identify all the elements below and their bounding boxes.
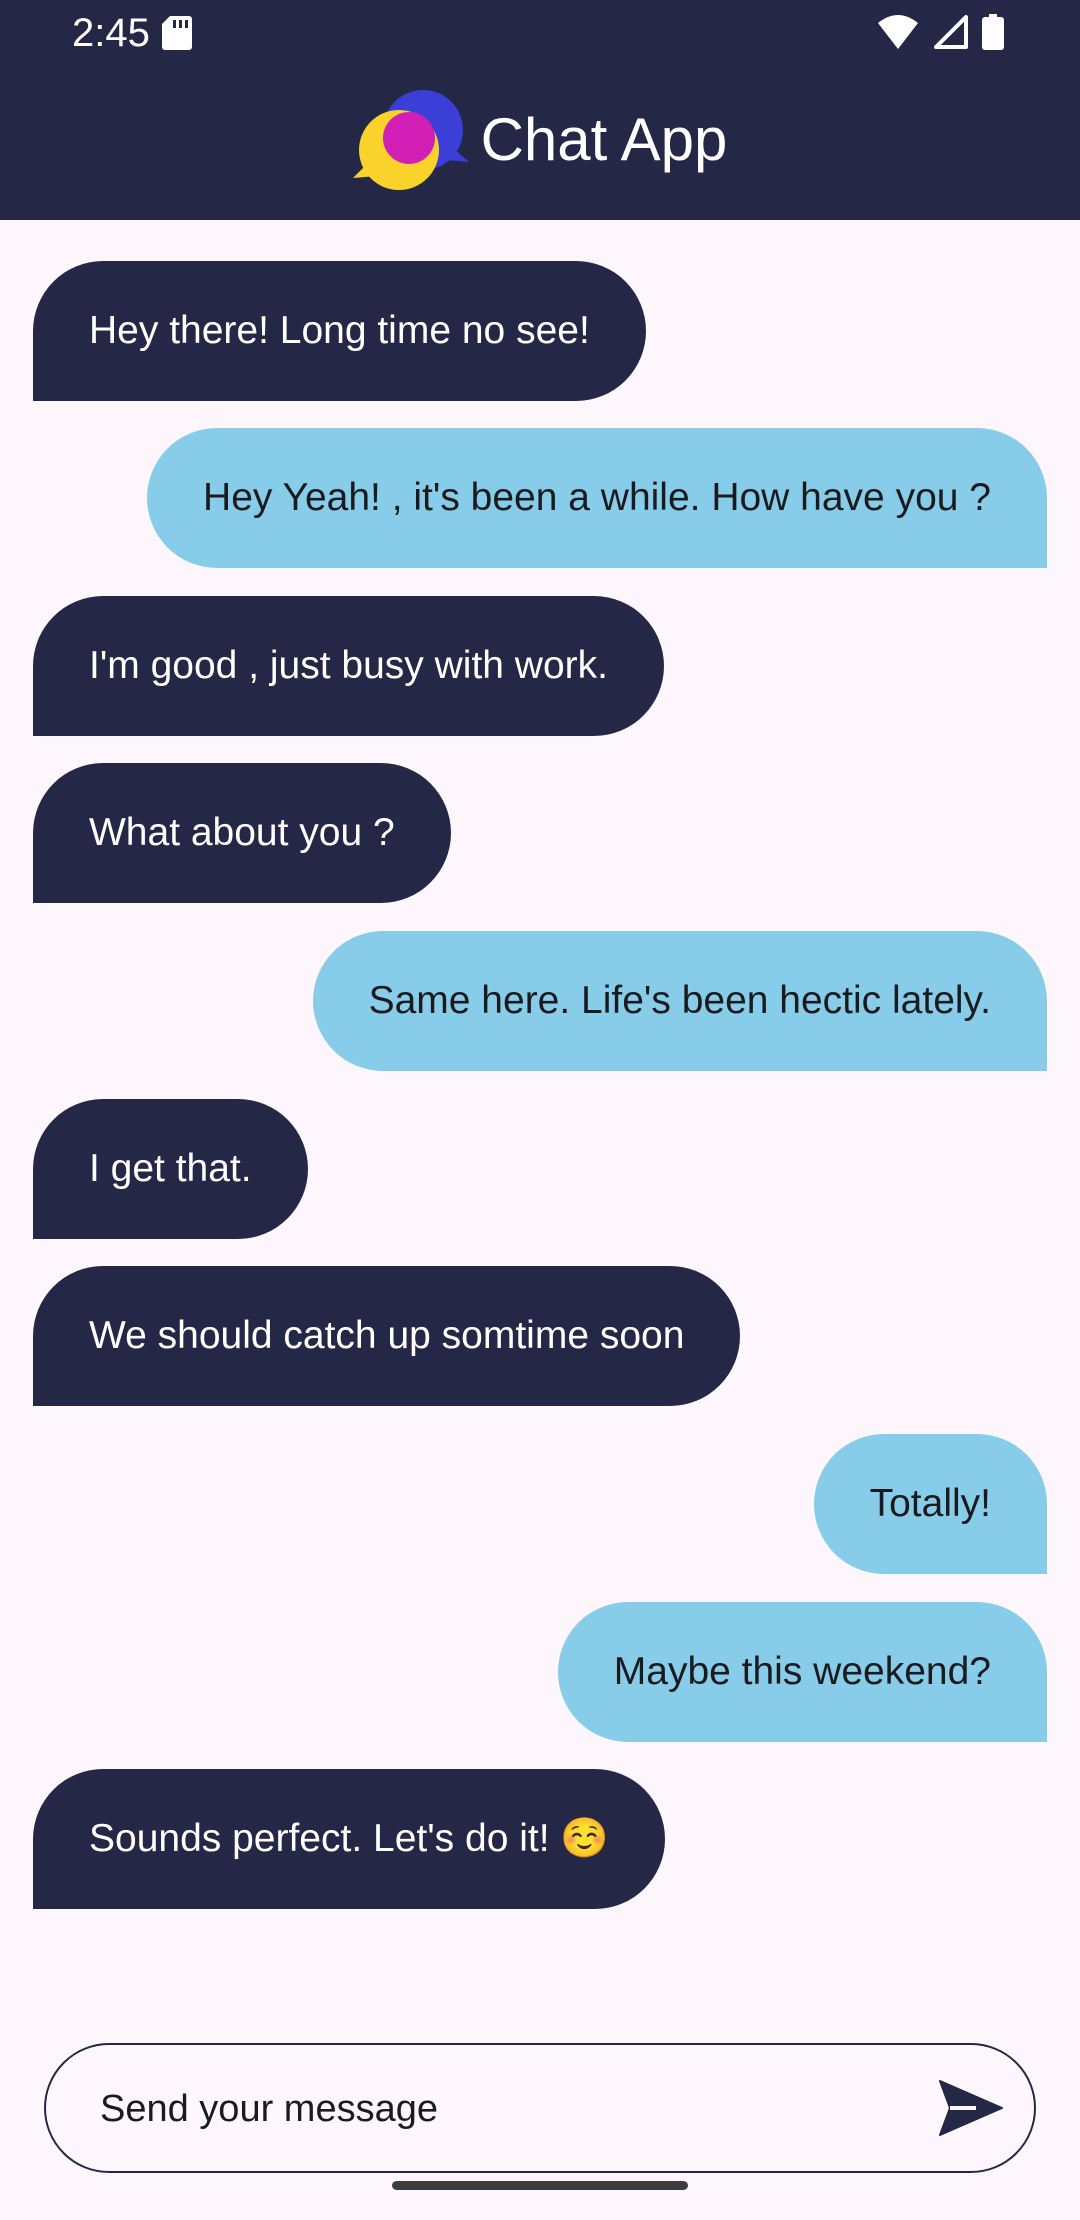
top-bar: 2:45 Chat App (0, 0, 1080, 220)
message-outgoing: Same here. Life's been hectic lately. (312, 931, 1047, 1071)
cellular-signal-icon (934, 15, 968, 49)
message-incoming: What about you ? (33, 763, 451, 903)
sd-card-icon (162, 16, 192, 50)
message-incoming: I get that. (33, 1099, 308, 1239)
message-input[interactable] (98, 2045, 882, 2173)
message-incoming: Hey there! Long time no see! (33, 261, 646, 401)
battery-icon (982, 14, 1004, 50)
app-bar: Chat App (0, 90, 1080, 190)
message-outgoing: Totally! (813, 1434, 1047, 1574)
chat-bubbles-logo-icon (352, 90, 469, 190)
message-outgoing: Maybe this weekend? (557, 1602, 1047, 1742)
wifi-icon (878, 15, 918, 49)
app-title: Chat App (480, 106, 728, 173)
status-time: 2:45 (72, 11, 150, 55)
status-icons (878, 14, 1004, 50)
home-indicator[interactable] (392, 2181, 688, 2190)
message-incoming: Sounds perfect. Let's do it! ☺️ (33, 1769, 665, 1909)
message-incoming: I'm good , just busy with work. (33, 596, 664, 736)
message-outgoing: Hey Yeah! , it's been a while. How have … (147, 428, 1047, 568)
message-incoming: We should catch up somtime soon (33, 1266, 741, 1406)
message-composer (44, 2043, 1036, 2173)
message-list[interactable]: Hey there! Long time no see! Hey Yeah! ,… (0, 220, 1080, 2000)
send-icon[interactable] (938, 2075, 1004, 2141)
